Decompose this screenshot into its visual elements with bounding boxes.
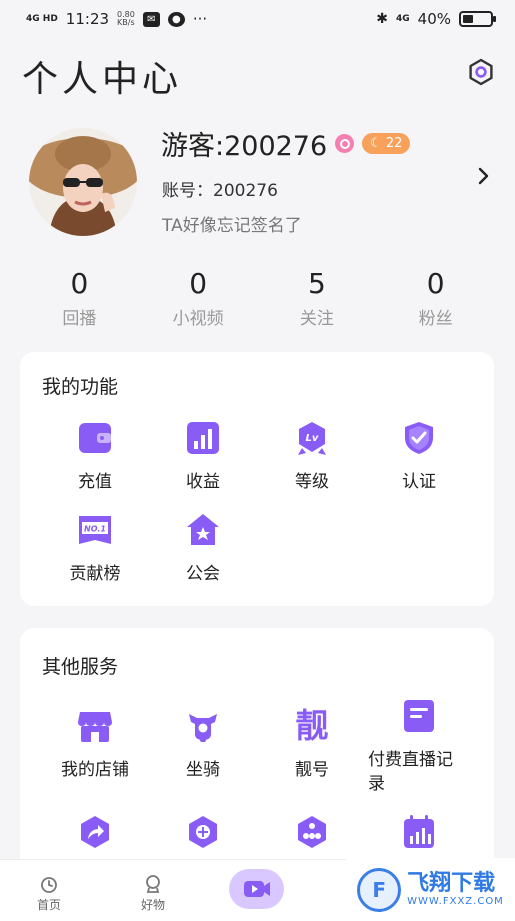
item-label: 靓号 <box>295 760 329 780</box>
store-icon <box>78 712 112 742</box>
settings-icon[interactable] <box>467 58 495 86</box>
plus-hex-icon <box>189 816 217 848</box>
pretty-number-button[interactable]: 靓 靓号 <box>257 708 367 782</box>
live-camera-icon <box>243 881 270 897</box>
item-label: 付费直播记 录 <box>364 748 474 796</box>
stat-following[interactable]: 5 关注 <box>258 266 377 329</box>
nickname-row[interactable]: 游客:200276 ☾ 22 <box>161 124 411 163</box>
stat-value: 0 <box>70 267 89 300</box>
account-id: 账号：200276 <box>162 181 278 201</box>
network-hex-icon <box>298 816 326 848</box>
nav-goods[interactable]: 好物 <box>113 860 193 913</box>
bluetooth-icon: ✱ <box>376 11 388 27</box>
level-badge-icon: Lv <box>298 422 326 455</box>
item-label: 认证 <box>402 472 436 492</box>
stat-value: 5 <box>307 267 326 300</box>
stat-value: 0 <box>189 267 208 300</box>
signature: TA好像忘记签名了 <box>162 216 302 236</box>
card-title: 我的功能 <box>42 376 119 398</box>
more-notifications-icon: ··· <box>192 10 208 28</box>
item-label: 收益 <box>186 472 220 492</box>
goods-icon <box>146 875 160 893</box>
guild-house-icon <box>187 514 219 545</box>
earnings-button[interactable]: 收益 <box>148 420 258 494</box>
stat-label: 小视频 <box>172 309 224 329</box>
card-title: 其他服务 <box>42 656 119 678</box>
item-label: 等级 <box>295 472 329 492</box>
stat-short-videos[interactable]: 0 小视频 <box>139 266 258 329</box>
calendar-chart-icon <box>404 815 434 848</box>
guild-button[interactable]: 公会 <box>148 512 258 586</box>
level-badge: ☾ 22 <box>362 133 411 154</box>
item-label: 我的店铺 <box>61 760 129 780</box>
bar-chart-icon <box>187 422 219 454</box>
my-functions-card: 我的功能 充值 收益 Lv 等级 认证 NO.1 贡献榜 公会 <box>20 352 494 606</box>
level-button[interactable]: Lv 等级 <box>257 420 367 494</box>
moon-icon: ☾ <box>370 136 382 151</box>
record-icon <box>404 700 434 732</box>
watermark-text: 飞翔下载 <box>407 871 496 896</box>
watermark-emblem: F <box>357 867 402 912</box>
rank-badge-text: NO.1 <box>84 525 106 534</box>
signal-indicator: 4G HD <box>26 13 58 24</box>
verification-button[interactable]: 认证 <box>364 420 474 494</box>
nav-home[interactable]: 首页 <box>9 860 89 913</box>
message-notification-icon: ✉ <box>142 11 160 27</box>
pretty-number-icon: 靓 <box>295 706 329 745</box>
recharge-button[interactable]: 充值 <box>40 420 150 494</box>
mount-button[interactable]: 坐骑 <box>148 708 258 782</box>
other-services-card: 其他服务 我的店铺 坐骑 靓 靓号 付费直播记 录 <box>20 628 494 888</box>
status-bar: 4G HD 11:23 0.80 KB/s ✉ ● ··· ✱ 4G 40% <box>0 0 515 38</box>
my-store-button[interactable]: 我的店铺 <box>40 708 150 782</box>
stat-replay[interactable]: 0 回播 <box>20 266 139 329</box>
item-label: 贡献榜 <box>69 564 121 584</box>
page-title: 个人中心 <box>22 59 183 100</box>
item-label: 公会 <box>186 564 220 584</box>
battery-percent: 40% <box>417 10 451 28</box>
network-service-button[interactable] <box>257 814 367 850</box>
nav-label: 好物 <box>140 898 165 912</box>
battery-icon <box>459 11 496 27</box>
home-icon <box>41 877 57 893</box>
item-label-line1: 付费直播记 <box>368 750 453 770</box>
ranking-banner-icon: NO.1 <box>79 516 111 544</box>
live-camera-button[interactable] <box>229 869 284 909</box>
item-label: 坐骑 <box>186 760 220 780</box>
wallet-icon <box>79 423 111 453</box>
scooter-icon <box>189 714 217 742</box>
contribution-rank-button[interactable]: NO.1 贡献榜 <box>40 512 150 586</box>
stats-row: 0 回播 0 小视频 5 关注 0 粉丝 <box>20 266 495 329</box>
schedule-stats-button[interactable] <box>364 814 474 850</box>
watermark-url: WWW.FXXZ.COM <box>407 896 504 907</box>
level-badge-text: Lv <box>306 433 319 444</box>
nav-label: 首页 <box>36 898 61 912</box>
item-label: 充值 <box>78 472 112 492</box>
stat-label: 回播 <box>62 309 97 329</box>
item-label-line2: 录 <box>368 774 385 794</box>
watermark-logo: F 飞翔下载 WWW.FXXZ.COM <box>346 858 515 921</box>
nickname: 游客:200276 <box>161 131 328 162</box>
stat-fans[interactable]: 0 粉丝 <box>376 266 495 329</box>
chevron-right-icon[interactable] <box>477 166 491 192</box>
add-service-button[interactable] <box>148 814 258 850</box>
avatar-photo <box>29 128 137 236</box>
network-speed-unit: KB/s <box>117 18 135 27</box>
gender-female-icon <box>335 134 355 153</box>
stat-label: 关注 <box>299 309 334 329</box>
stat-label: 粉丝 <box>418 309 453 329</box>
share-icon <box>81 816 109 848</box>
share-service-button[interactable] <box>40 814 150 850</box>
clock: 11:23 <box>65 10 110 28</box>
paid-live-record-button[interactable]: 付费直播记 录 <box>364 698 474 796</box>
avatar[interactable] <box>29 128 137 236</box>
battery-level <box>463 15 473 23</box>
wechat-notification-icon: ● <box>167 11 185 27</box>
network-type: 4G <box>396 13 410 24</box>
level-value: 22 <box>385 136 403 151</box>
stat-value: 0 <box>426 267 445 300</box>
shield-check-icon <box>405 422 433 454</box>
